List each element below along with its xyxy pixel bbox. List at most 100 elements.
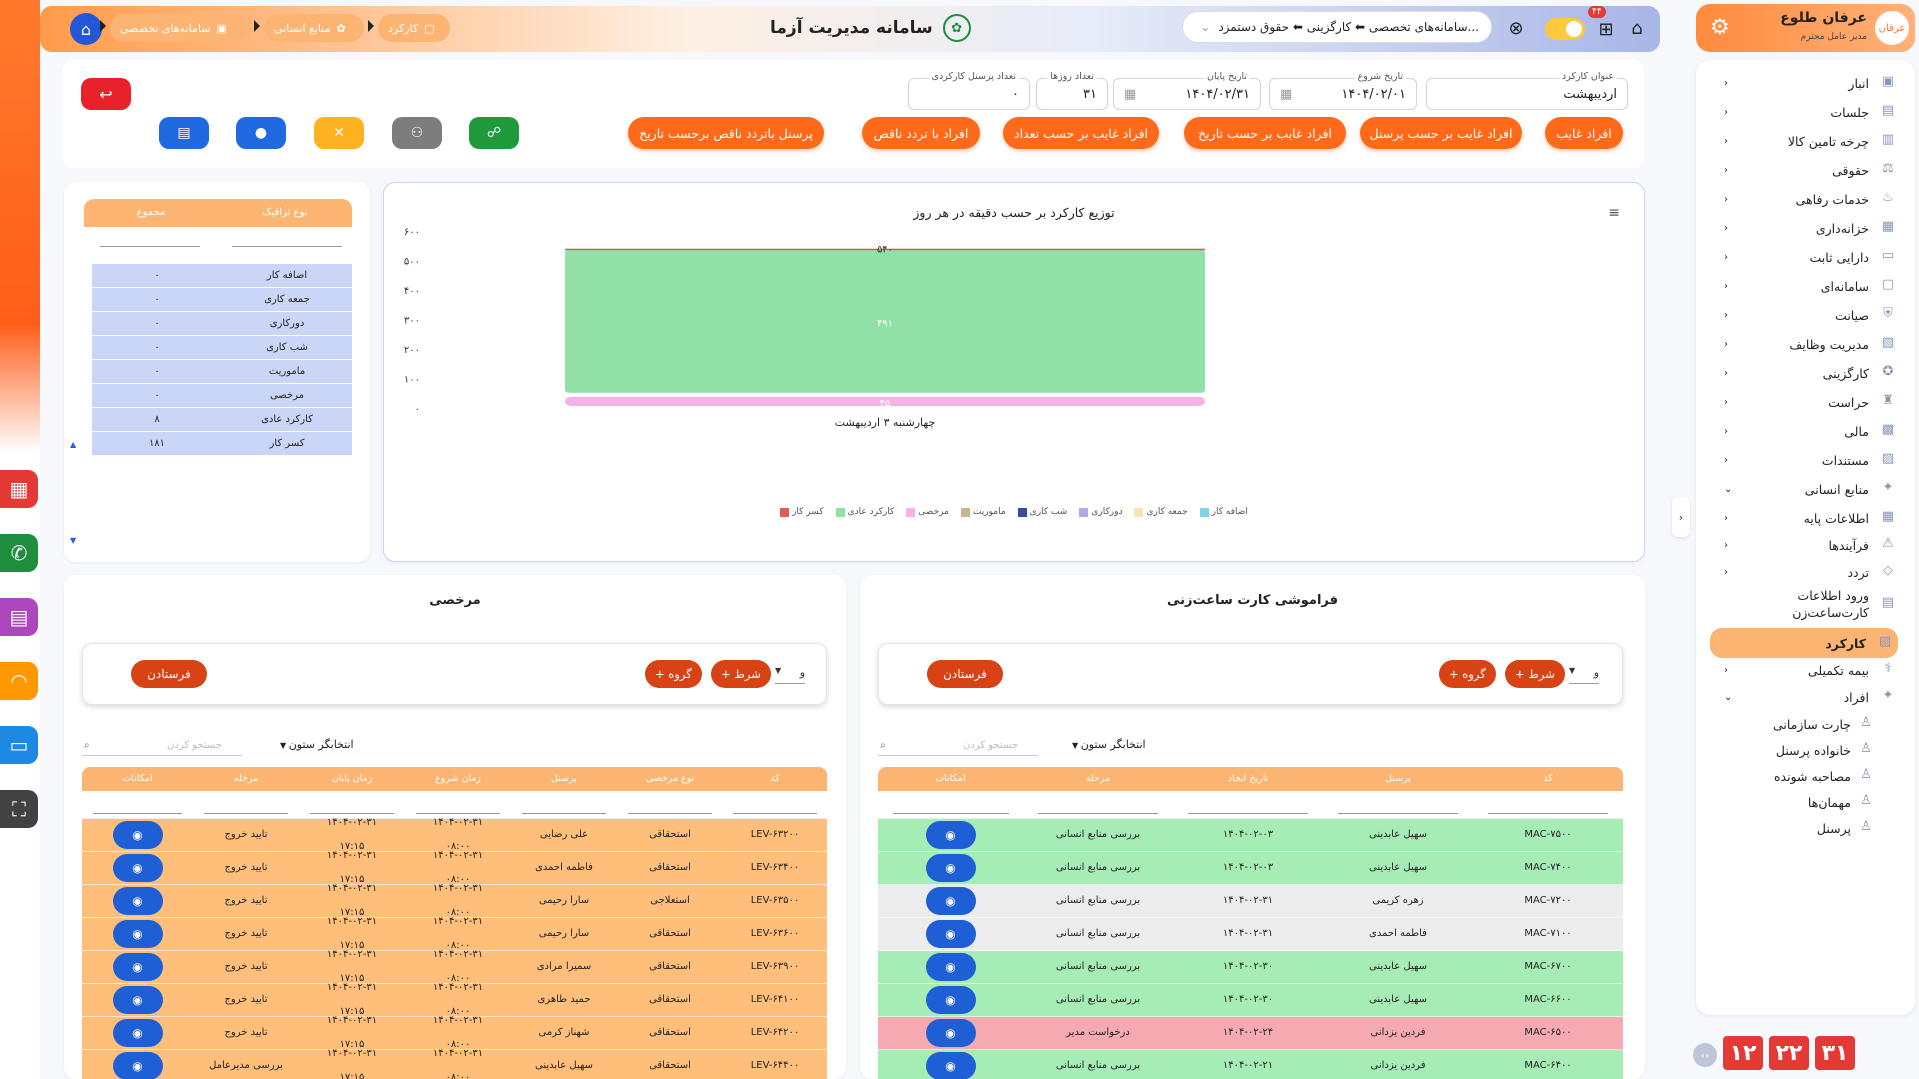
headset-icon[interactable]: ◠ <box>0 662 38 700</box>
table-row[interactable]: ◉ بررسی منابع انسانی ۱۴۰۴-۰۲-۳۱ فاطمه احمدی… <box>878 918 1623 951</box>
sidebar-item[interactable]: ⌄ منابع انسانی ✦ <box>1696 474 1915 504</box>
logic-select[interactable]: ▼ و <box>1569 666 1599 684</box>
column-filter[interactable] <box>617 791 723 818</box>
table-row[interactable]: ◉ تایید خروج ۱۴۰۴-۰۲-۳۱ ۱۷:۱۵ ۱۴۰۴-۰۲-۳۱ ۰۸:۰… <box>82 949 827 984</box>
view-button[interactable]: ◉ <box>112 986 163 1014</box>
column-header[interactable]: مرحله <box>193 767 299 791</box>
legend-item[interactable]: کارکرد عادی <box>835 507 894 517</box>
view-button[interactable]: ◉ <box>112 1019 163 1047</box>
column-filter[interactable] <box>405 791 511 818</box>
home-icon[interactable]: ⌂ <box>70 13 102 45</box>
column-header[interactable]: امکانات <box>82 767 193 791</box>
view-button[interactable]: ◉ <box>112 887 163 915</box>
search-icon[interactable]: ⊗ <box>1502 14 1530 42</box>
column-header[interactable]: کد <box>1473 767 1623 791</box>
column-picker[interactable]: ▼ انتخابگر ستون <box>280 738 354 751</box>
add-group-button[interactable]: + گروه <box>1439 660 1496 688</box>
sidebar-item[interactable]: › حقوقی ⚖ <box>1696 155 1915 185</box>
fingerprint-icon[interactable]: ☍ <box>469 117 519 149</box>
apps-grid-icon[interactable]: ⊞ <box>1592 15 1620 43</box>
legend-item[interactable]: کسر کار <box>780 507 824 517</box>
sidebar-item[interactable]: › حراست ♜ <box>1696 387 1915 417</box>
header-traffic-type[interactable]: نوع ترافیک <box>218 199 352 227</box>
column-filter[interactable] <box>1473 791 1623 818</box>
sidebar-item[interactable]: › مدیریت وظایف ▧ <box>1696 329 1915 359</box>
sidebar-item[interactable]: › صیانت ⛨ <box>1696 300 1915 330</box>
header-total[interactable]: مجموع <box>84 199 218 227</box>
incomplete-traffic-button[interactable]: افراد با تردد ناقص <box>862 117 980 149</box>
add-group-button[interactable]: + گروه <box>645 660 702 688</box>
legend-item[interactable]: جمعه کاری <box>1134 507 1188 517</box>
sidebar-item[interactable]: › مالی ▩ <box>1696 416 1915 446</box>
view-button[interactable]: ◉ <box>925 953 976 981</box>
table-row[interactable]: ◉ بررسی منابع انسانی ۱۴۰۴-۰۲-۳۰ سهیل عابدین… <box>878 984 1623 1017</box>
sidebar-subitem[interactable]: کارکرد ▨ <box>1710 628 1898 658</box>
sidebar-item[interactable]: › خدمات رفاهی ♨ <box>1696 184 1915 214</box>
sidebar-item[interactable]: › جلسات ▤ <box>1696 97 1915 127</box>
table-row[interactable]: ◉ تایید خروج ۱۴۰۴-۰۲-۳۱ ۱۷:۱۵ ۱۴۰۴-۰۲-۳۱ ۰۸:۰… <box>82 1015 827 1050</box>
column-filter[interactable] <box>299 791 405 818</box>
breadcrumb-item[interactable]: کارکرد ▢ <box>378 14 450 42</box>
view-button[interactable]: ◉ <box>112 854 163 882</box>
avatar[interactable]: عرفان <box>1875 11 1909 45</box>
view-button[interactable]: ◉ <box>112 1052 163 1079</box>
column-header[interactable]: کد <box>723 767 827 791</box>
add-condition-button[interactable]: + شرط <box>1505 660 1565 688</box>
logic-select[interactable]: ▼ و <box>775 666 805 684</box>
calculator-icon[interactable]: ▤ <box>0 598 38 636</box>
breadcrumb-item[interactable]: سامانه‌های تخصصی ▣ <box>110 14 250 42</box>
staff-count-field[interactable]: تعداد پرسنل کارکردی ۰ <box>908 71 1030 110</box>
column-header[interactable]: پرسنل <box>1323 767 1473 791</box>
table-row[interactable]: ◉ تایید خروج ۱۴۰۴-۰۲-۳۱ ۱۷:۱۵ ۱۴۰۴-۰۲-۳۱ ۰۸:۰… <box>82 850 827 885</box>
absent-by-date-button[interactable]: افراد غایب بر حسب تاریخ <box>1184 117 1346 149</box>
legend-item[interactable]: مرخصی <box>906 507 949 517</box>
phone-icon[interactable]: ✆ <box>0 534 38 572</box>
title-field[interactable]: عنوان کارکرد اردیبهشت <box>1426 71 1628 110</box>
sidebar-item[interactable]: › انبار ▣ <box>1696 68 1915 98</box>
sidebar-item[interactable]: › دارایی ثابت ▭ <box>1696 242 1915 272</box>
table-row[interactable]: ◉ تایید خروج ۱۴۰۴-۰۲-۳۱ ۱۷:۱۵ ۱۴۰۴-۰۲-۳۱ ۰۸:۰… <box>82 883 827 918</box>
table-search[interactable]: ⌕ جستجو کردن <box>878 736 1038 756</box>
user-icon[interactable]: ● <box>236 117 286 149</box>
column-header[interactable]: پرسنل <box>511 767 617 791</box>
view-button[interactable]: ◉ <box>925 920 976 948</box>
send-button[interactable]: فرستادن <box>131 660 207 688</box>
view-button[interactable]: ◉ <box>925 1019 976 1047</box>
view-button[interactable]: ◉ <box>112 821 163 849</box>
scroll-up-icon[interactable]: ▲ <box>70 440 76 449</box>
view-button[interactable]: ◉ <box>112 953 163 981</box>
absent-by-count-button[interactable]: افراد غایب بر حسب تعداد <box>1003 117 1159 149</box>
table-search[interactable]: ⌕ جستجو کردن <box>82 736 242 756</box>
table-row[interactable]: ◉ تایید خروج ۱۴۰۴-۰۲-۳۱ ۱۷:۱۵ ۱۴۰۴-۰۲-۳۱ ۰۸:۰… <box>82 982 827 1017</box>
view-button[interactable]: ◉ <box>112 920 163 948</box>
global-search[interactable]: ⌄ سامانه‌های تخصصی ⬅ کارگزینی ⬅ حقوق دست… <box>1182 11 1492 43</box>
column-filter[interactable] <box>82 791 193 818</box>
sidebar-subitem[interactable]: ورود اطلاعات کارت‌ساعت‌زن ▤ <box>1696 582 1915 626</box>
table-row[interactable]: ◉ بررسی منابع انسانی ۱۴۰۴-۰۲-۰۳ سهیل عابدین… <box>878 852 1623 885</box>
absent-by-staff-button[interactable]: افراد غایب بر حسب پرسنل <box>1360 117 1522 149</box>
sidebar-item[interactable]: › سامانه‌ای ▢ <box>1696 271 1915 301</box>
table-row[interactable]: ◉ بررسی منابع انسانی ۱۴۰۴-۰۲-۰۳ سهیل عابدین… <box>878 819 1623 852</box>
table-row[interactable]: ◉ تایید خروج ۱۴۰۴-۰۲-۳۱ ۱۷:۱۵ ۱۴۰۴-۰۲-۳۱ ۰۸:۰… <box>82 817 827 852</box>
collapse-sidebar-button[interactable]: ‹› <box>1693 1043 1717 1067</box>
breadcrumb-item[interactable]: منابع انسانی ✿ <box>264 14 364 42</box>
column-filter[interactable] <box>723 791 827 818</box>
table-row[interactable]: ◉ بررسی مدیرعامل ۱۴۰۴-۰۲-۳۱ ۱۷:۱۵ ۱۴۰۴-۰۲-۳۱… <box>82 1048 827 1079</box>
incomplete-by-date-button[interactable]: پرسنل باتردد ناقص برحسب تاریخ <box>628 117 824 149</box>
column-picker[interactable]: ▼ انتخابگر ستون <box>1072 738 1146 751</box>
column-header[interactable]: تاریخ ایجاد <box>1173 767 1323 791</box>
legend-item[interactable]: ماموریت <box>960 507 1006 517</box>
column-header[interactable]: زمان شروع <box>405 767 511 791</box>
sidebar-item[interactable]: › کارگزینی ✪ <box>1696 358 1915 388</box>
add-condition-button[interactable]: + شرط <box>711 660 771 688</box>
column-filter[interactable] <box>1023 791 1173 818</box>
filter-line[interactable] <box>232 246 342 247</box>
view-button[interactable]: ◉ <box>925 821 976 849</box>
table-row[interactable]: ◉ بررسی منابع انسانی ۱۴۰۴-۰۲-۲۱ فردین یزدان… <box>878 1050 1623 1079</box>
filter-line[interactable] <box>100 246 200 247</box>
sidebar-item[interactable]: › خزانه‌داری ▦ <box>1696 213 1915 243</box>
scroll-down-icon[interactable]: ▼ <box>70 536 76 545</box>
column-filter[interactable] <box>878 791 1023 818</box>
calendar-icon[interactable]: ▦ <box>1124 87 1136 102</box>
sidebar-subitem[interactable]: › فرآیندها ⚠ <box>1696 530 1915 560</box>
